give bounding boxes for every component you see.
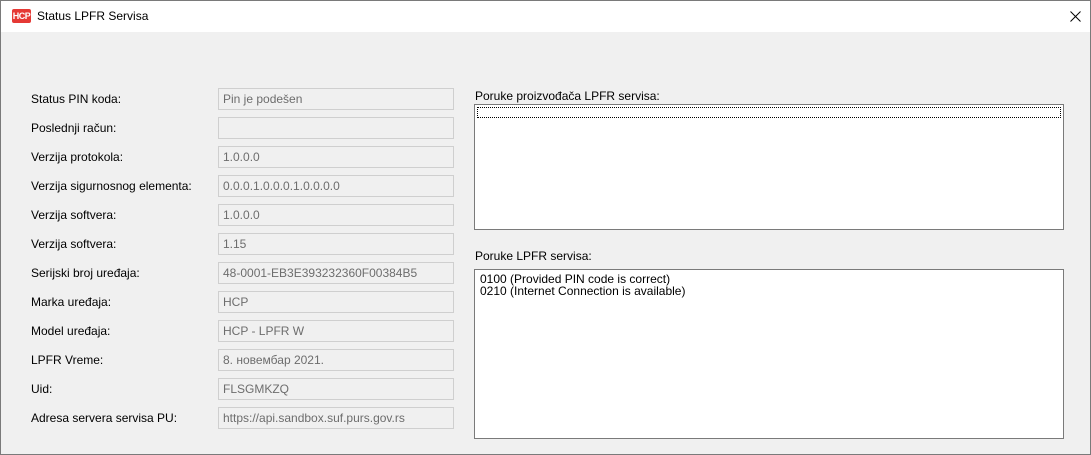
device-brand-label: Marka uređaja: (31, 295, 112, 309)
device-model-label: Model uređaja: (31, 324, 111, 338)
serial-number-field[interactable]: 48-0001-EB3E393232360F00384B5 (218, 262, 454, 284)
last-receipt-field[interactable] (218, 117, 454, 139)
serial-number-label: Serijski broj uređaja: (31, 266, 140, 280)
lpfr-time-field[interactable]: 8. новембар 2021. (218, 349, 454, 371)
close-button[interactable] (1060, 1, 1090, 32)
protocol-version-field[interactable]: 1.0.0.0 (218, 146, 454, 168)
status-pin-label: Status PIN koda: (31, 92, 122, 106)
list-item[interactable]: 0210 (Internet Connection is available) (475, 285, 1063, 297)
status-window: HCP Status LPFR Servisa Status PIN koda:… (0, 0, 1091, 455)
uid-field[interactable]: FLSGMKZQ (218, 378, 454, 400)
last-receipt-label: Poslednji račun: (31, 121, 117, 135)
uid-label: Uid: (31, 382, 53, 396)
window-title: Status LPFR Servisa (37, 9, 149, 23)
software-version-2-label: Verzija softvera: (31, 237, 117, 251)
server-address-label: Adresa servera servisa PU: (31, 411, 178, 425)
software-version-2-field[interactable]: 1.15 (218, 233, 454, 255)
software-version-label: Verzija softvera: (31, 208, 117, 222)
device-model-field[interactable]: HCP - LPFR W (218, 320, 454, 342)
service-messages-list[interactable]: 0100 (Provided PIN code is correct) 0210… (474, 269, 1064, 439)
title-bar[interactable]: HCP Status LPFR Servisa (1, 1, 1090, 32)
focus-rectangle (477, 107, 1061, 118)
lpfr-time-label: LPFR Vreme: (31, 353, 104, 367)
manufacturer-messages-list[interactable] (474, 104, 1064, 230)
server-address-field[interactable]: https://api.sandbox.suf.purs.gov.rs (218, 407, 454, 429)
service-messages-label: Poruke LPFR servisa: (475, 249, 592, 263)
close-icon (1069, 11, 1081, 22)
secure-element-version-label: Verzija sigurnosnog elementa: (31, 179, 192, 193)
app-logo-icon: HCP (12, 9, 31, 23)
device-brand-field[interactable]: HCP (218, 291, 454, 313)
secure-element-version-field[interactable]: 0.0.0.1.0.0.0.1.0.0.0.0 (218, 175, 454, 197)
protocol-version-label: Verzija protokola: (31, 150, 124, 164)
status-pin-field[interactable]: Pin je podešen (218, 88, 454, 110)
manufacturer-messages-label: Poruke proizvođača LPFR servisa: (475, 89, 660, 103)
software-version-field[interactable]: 1.0.0.0 (218, 204, 454, 226)
